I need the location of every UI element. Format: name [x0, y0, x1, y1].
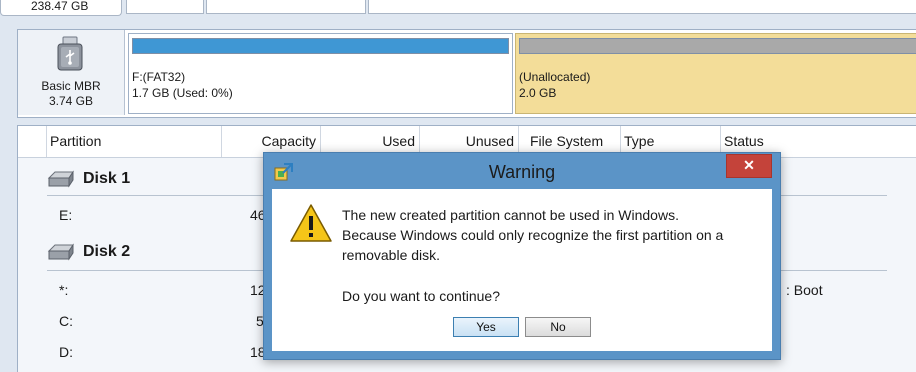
warning-dialog: Warning ✕ The new created partition cann… [263, 152, 781, 360]
hard-disk-icon [47, 243, 74, 261]
partition-detail: 2.0 GB [519, 86, 557, 100]
close-button[interactable]: ✕ [726, 154, 772, 178]
disk1-partition-block[interactable] [368, 0, 916, 14]
table-row-partition[interactable]: C: [59, 313, 73, 329]
column-spacer [18, 126, 47, 157]
hard-disk-icon [47, 170, 74, 188]
table-row-partition[interactable]: E: [59, 207, 72, 223]
no-button[interactable]: No [525, 317, 591, 337]
partition-usage-bar [519, 38, 916, 54]
disk1-size: 238.47 GB [31, 0, 89, 13]
close-icon: ✕ [743, 157, 755, 173]
disk-group-row[interactable]: Disk 2 [47, 241, 130, 263]
dialog-title: Warning [488, 162, 556, 182]
dialog-message-line: Because Windows could only recognize the… [342, 227, 724, 243]
partition-usage-bar [132, 38, 509, 54]
table-row-partition[interactable]: *: [59, 282, 68, 298]
partition-name: F:(FAT32) [132, 70, 186, 84]
disk2-info[interactable]: Basic MBR 3.74 GB [18, 30, 125, 115]
disk1-strip: 238.47 GB [0, 0, 916, 20]
table-row-status: : Boot [786, 282, 823, 298]
yes-button[interactable]: Yes [453, 317, 519, 337]
status-prefix: : [786, 282, 794, 298]
status-text: Boot [793, 282, 823, 298]
column-header-partition[interactable]: Partition [46, 126, 222, 157]
partition-block-f[interactable]: F:(FAT32) 1.7 GB (Used: 0%) [128, 33, 513, 114]
disk2-type: Basic MBR [41, 79, 101, 93]
disk-group-row[interactable]: Disk 1 [47, 168, 130, 190]
disk1-partition-block[interactable] [206, 0, 366, 14]
partition-name: (Unallocated) [519, 70, 591, 84]
dialog-message-line: The new created partition cannot be used… [342, 207, 679, 223]
disk-group-label: Disk 2 [83, 243, 131, 260]
partition-block-unallocated[interactable]: (Unallocated) 2.0 GB [515, 33, 916, 114]
usb-drive-icon [57, 36, 83, 71]
disk2-size: 3.74 GB [48, 94, 94, 108]
dialog-question: Do you want to continue? [342, 288, 500, 304]
disk1-partition-block[interactable] [126, 0, 204, 14]
disk1-info[interactable]: 238.47 GB [0, 0, 122, 16]
table-row-partition[interactable]: D: [59, 344, 73, 360]
partition-detail: 1.7 GB (Used: 0%) [132, 86, 233, 100]
disk2-strip: Basic MBR 3.74 GB F:(FAT32) 1.7 GB (Used… [17, 29, 916, 118]
disk-group-label: Disk 1 [83, 170, 131, 187]
dialog-message-line: removable disk. [342, 247, 441, 263]
warning-icon [290, 204, 332, 242]
dialog-body: The new created partition cannot be used… [272, 189, 772, 351]
